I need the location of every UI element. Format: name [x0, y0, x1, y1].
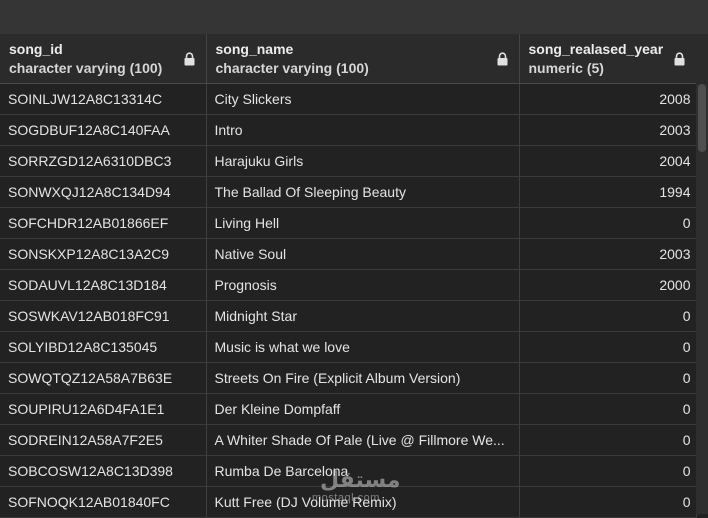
cell-song-id[interactable]: SONSKXP12A8C13A2C9: [0, 238, 207, 270]
cell-song-name[interactable]: City Slickers: [206, 83, 520, 115]
column-name: song_realased_year: [528, 41, 664, 57]
cell-song-name[interactable]: Streets On Fire (Explicit Album Version): [206, 362, 520, 394]
cell-song-name[interactable]: Harajuku Girls: [206, 145, 520, 177]
table-row: SORRZGD12A6310DBC3 Harajuku Girls 2004: [0, 145, 697, 177]
cell-song-year[interactable]: 2008: [519, 83, 697, 115]
cell-song-name[interactable]: Prognosis: [206, 269, 520, 301]
cell-song-id[interactable]: SOWQTQZ12A58A7B63E: [0, 362, 207, 394]
table-row: SOLYIBD12A8C135045 Music is what we love…: [0, 331, 697, 363]
cell-song-id[interactable]: SOFNOQK12AB01840FC: [0, 486, 207, 518]
column-header-song-realased-year[interactable]: song_realased_year numeric (5): [519, 34, 697, 84]
cell-song-year[interactable]: 2004: [519, 145, 697, 177]
cell-song-name[interactable]: The Ballad Of Sleeping Beauty: [206, 176, 520, 208]
cell-song-year[interactable]: 2003: [519, 114, 697, 146]
table-row: SOINLJW12A8C13314C City Slickers 2008: [0, 83, 697, 115]
column-header-song-name[interactable]: song_name character varying (100): [206, 34, 520, 84]
cell-song-id[interactable]: SOSWKAV12AB018FC91: [0, 300, 207, 332]
column-type: character varying (100): [9, 60, 163, 76]
cell-song-year[interactable]: 0: [519, 455, 697, 487]
cell-song-id[interactable]: SODAUVL12A8C13D184: [0, 269, 207, 301]
table-row: SONWXQJ12A8C134D94 The Ballad Of Sleepin…: [0, 176, 697, 208]
cell-song-id[interactable]: SOINLJW12A8C13314C: [0, 83, 207, 115]
column-name: song_name: [215, 41, 294, 57]
lock-icon: [674, 52, 684, 66]
table-row: SODAUVL12A8C13D184 Prognosis 2000: [0, 269, 697, 301]
cell-song-year[interactable]: 0: [519, 486, 697, 518]
cell-song-name[interactable]: A Whiter Shade Of Pale (Live @ Fillmore …: [206, 424, 520, 456]
table-row: SOWQTQZ12A58A7B63E Streets On Fire (Expl…: [0, 362, 697, 394]
table-row: SOFCHDR12AB01866EF Living Hell 0: [0, 207, 697, 239]
cell-song-year[interactable]: 0: [519, 331, 697, 363]
cell-song-name[interactable]: Midnight Star: [206, 300, 520, 332]
scrollbar-corner: [696, 34, 708, 84]
table-row: SOGDBUF12A8C140FAA Intro 2003: [0, 114, 697, 146]
cell-song-id[interactable]: SONWXQJ12A8C134D94: [0, 176, 207, 208]
cell-song-year[interactable]: 2003: [519, 238, 697, 270]
cell-song-year[interactable]: 0: [519, 362, 697, 394]
cell-song-name[interactable]: Living Hell: [206, 207, 520, 239]
cell-song-id[interactable]: SOLYIBD12A8C135045: [0, 331, 207, 363]
table-row: SOFNOQK12AB01840FC Kutt Free (DJ Volume …: [0, 486, 697, 518]
column-name: song_id: [9, 41, 63, 57]
results-grid: song_id character varying (100) song_nam…: [0, 34, 697, 518]
cell-song-id[interactable]: SOFCHDR12AB01866EF: [0, 207, 207, 239]
cell-song-id[interactable]: SODREIN12A58A7F2E5: [0, 424, 207, 456]
column-type: numeric (5): [528, 60, 604, 76]
cell-song-name[interactable]: Native Soul: [206, 238, 520, 270]
cell-song-id[interactable]: SORRZGD12A6310DBC3: [0, 145, 207, 177]
cell-song-year[interactable]: 0: [519, 393, 697, 425]
cell-song-year[interactable]: 0: [519, 300, 697, 332]
table-row: SONSKXP12A8C13A2C9 Native Soul 2003: [0, 238, 697, 270]
scrollbar-thumb[interactable]: [698, 84, 706, 152]
table-row: SOBCOSW12A8C13D398 Rumba De Barcelona 0: [0, 455, 697, 487]
cell-song-year[interactable]: 0: [519, 207, 697, 239]
column-type: character varying (100): [215, 60, 369, 76]
table-row: SOUPIRU12A6D4FA1E1 Der Kleine Dompfaff 0: [0, 393, 697, 425]
table-row: SOSWKAV12AB018FC91 Midnight Star 0: [0, 300, 697, 332]
cell-song-name[interactable]: Der Kleine Dompfaff: [206, 393, 520, 425]
header-row: song_id character varying (100) song_nam…: [0, 34, 697, 84]
lock-icon: [497, 52, 507, 66]
query-toolbar: [0, 0, 708, 34]
vertical-scrollbar[interactable]: [696, 84, 708, 514]
cell-song-year[interactable]: 1994: [519, 176, 697, 208]
column-header-song-id[interactable]: song_id character varying (100): [0, 34, 207, 84]
cell-song-name[interactable]: Music is what we love: [206, 331, 520, 363]
cell-song-year[interactable]: 2000: [519, 269, 697, 301]
cell-song-id[interactable]: SOUPIRU12A6D4FA1E1: [0, 393, 207, 425]
cell-song-name[interactable]: Kutt Free (DJ Volume Remix): [206, 486, 520, 518]
cell-song-year[interactable]: 0: [519, 424, 697, 456]
table-row: SODREIN12A58A7F2E5 A Whiter Shade Of Pal…: [0, 424, 697, 456]
cell-song-name[interactable]: Rumba De Barcelona: [206, 455, 520, 487]
lock-icon: [184, 52, 194, 66]
cell-song-id[interactable]: SOBCOSW12A8C13D398: [0, 455, 207, 487]
cell-song-name[interactable]: Intro: [206, 114, 520, 146]
cell-song-id[interactable]: SOGDBUF12A8C140FAA: [0, 114, 207, 146]
